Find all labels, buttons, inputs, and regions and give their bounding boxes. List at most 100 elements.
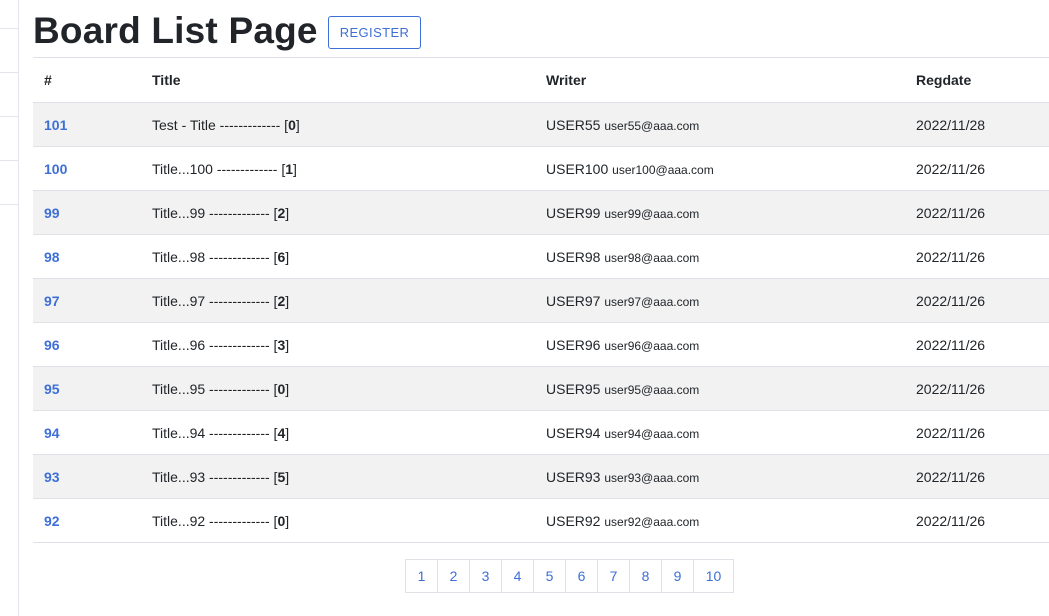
board-table: # Title Writer Regdate 101 Test - Title -…	[33, 57, 1049, 543]
page-link-2[interactable]: 2	[437, 559, 470, 593]
writer-email: user100@aaa.com	[612, 162, 714, 177]
table-row: 96 Title...96 ------------- [3] USER96 use…	[33, 322, 1049, 367]
writer-name: USER55	[546, 116, 601, 133]
page-link-9[interactable]: 9	[661, 559, 694, 593]
sidebar-divider	[0, 28, 18, 29]
page-link-7[interactable]: 7	[597, 559, 630, 593]
post-title: Title...98 ------------- [	[152, 248, 278, 265]
post-number-link[interactable]: 101	[44, 117, 67, 133]
cell-writer: USER94 user94@aaa.com	[535, 410, 905, 455]
cell-title: Title...92 ------------- [0]	[141, 498, 535, 543]
cell-number: 96	[33, 322, 141, 367]
cell-regdate: 2022/11/26	[905, 322, 1049, 367]
writer-email: user96@aaa.com	[604, 338, 700, 353]
cell-number: 95	[33, 366, 141, 411]
cell-regdate: 2022/11/26	[905, 278, 1049, 323]
post-number-link[interactable]: 96	[44, 337, 60, 353]
page-link-10[interactable]: 10	[693, 559, 734, 593]
writer-email: user93@aaa.com	[604, 470, 700, 485]
cell-writer: USER98 user98@aaa.com	[535, 234, 905, 279]
page-link-1[interactable]: 1	[405, 559, 438, 593]
cell-number: 94	[33, 410, 141, 455]
writer-name: USER95	[546, 380, 601, 397]
page-link-8[interactable]: 8	[629, 559, 662, 593]
page-link-6[interactable]: 6	[565, 559, 598, 593]
post-title: Test - Title ------------- [	[152, 116, 289, 133]
reply-count-close: ]	[285, 292, 290, 309]
table-row: 95 Title...95 ------------- [0] USER95 use…	[33, 366, 1049, 411]
cell-title: Title...93 ------------- [5]	[141, 454, 535, 499]
reply-count-close: ]	[295, 116, 300, 133]
table-row: 97 Title...97 ------------- [2] USER97 use…	[33, 278, 1049, 323]
cell-writer: USER92 user92@aaa.com	[535, 498, 905, 543]
cell-number: 101	[33, 102, 141, 147]
table-row: 99 Title...99 ------------- [2] USER99 use…	[33, 190, 1049, 235]
column-header-number: #	[33, 57, 141, 103]
cell-writer: USER96 user96@aaa.com	[535, 322, 905, 367]
cell-title: Test - Title ------------- [0]	[141, 102, 535, 147]
table-row: 94 Title...94 ------------- [4] USER94 use…	[33, 410, 1049, 455]
main-content: Board List Page REGISTER # Title Writer …	[33, 0, 1049, 616]
cell-title: Title...100 ------------- [1]	[141, 146, 535, 191]
cell-writer: USER93 user93@aaa.com	[535, 454, 905, 499]
table-row: 92 Title...92 ------------- [0] USER92 use…	[33, 498, 1049, 543]
cell-title: Title...97 ------------- [2]	[141, 278, 535, 323]
pagination: 1 2 3 4 5 6 7 8 9 10	[405, 559, 734, 593]
post-number-link[interactable]: 98	[44, 249, 60, 265]
reply-count-close: ]	[285, 204, 290, 221]
post-number-link[interactable]: 93	[44, 469, 60, 485]
writer-name: USER94	[546, 424, 601, 441]
cell-writer: USER99 user99@aaa.com	[535, 190, 905, 235]
writer-name: USER97	[546, 292, 601, 309]
cell-regdate: 2022/11/26	[905, 410, 1049, 455]
column-header-title: Title	[141, 57, 535, 103]
sidebar-divider	[0, 116, 18, 117]
table-row: 100 Title...100 ------------- [1] USER100 …	[33, 146, 1049, 191]
cell-number: 92	[33, 498, 141, 543]
page-title: Board List Page	[33, 10, 318, 51]
reply-count-close: ]	[285, 336, 290, 353]
cell-number: 93	[33, 454, 141, 499]
cell-regdate: 2022/11/26	[905, 366, 1049, 411]
writer-name: USER92	[546, 512, 601, 529]
cell-number: 98	[33, 234, 141, 279]
post-title: Title...95 ------------- [	[152, 380, 278, 397]
writer-email: user97@aaa.com	[604, 294, 700, 309]
writer-name: USER96	[546, 336, 601, 353]
page-link-4[interactable]: 4	[501, 559, 534, 593]
reply-count-close: ]	[285, 380, 290, 397]
left-sidebar	[0, 0, 19, 616]
cell-writer: USER95 user95@aaa.com	[535, 366, 905, 411]
post-title: Title...96 ------------- [	[152, 336, 278, 353]
cell-title: Title...99 ------------- [2]	[141, 190, 535, 235]
writer-name: USER98	[546, 248, 601, 265]
post-number-link[interactable]: 100	[44, 161, 67, 177]
sidebar-divider	[0, 72, 18, 73]
writer-name: USER100	[546, 160, 609, 177]
post-number-link[interactable]: 95	[44, 381, 60, 397]
cell-title: Title...96 ------------- [3]	[141, 322, 535, 367]
cell-regdate: 2022/11/28	[905, 102, 1049, 147]
register-button[interactable]: REGISTER	[327, 15, 422, 49]
writer-name: USER93	[546, 468, 601, 485]
cell-number: 100	[33, 146, 141, 191]
column-header-writer: Writer	[535, 57, 905, 103]
writer-name: USER99	[546, 204, 601, 221]
writer-email: user55@aaa.com	[604, 118, 700, 133]
page-link-3[interactable]: 3	[469, 559, 502, 593]
writer-email: user99@aaa.com	[604, 206, 700, 221]
page-link-5[interactable]: 5	[533, 559, 566, 593]
post-number-link[interactable]: 97	[44, 293, 60, 309]
writer-email: user98@aaa.com	[604, 250, 700, 265]
post-number-link[interactable]: 92	[44, 513, 60, 529]
cell-title: Title...98 ------------- [6]	[141, 234, 535, 279]
post-title: Title...92 ------------- [	[152, 512, 278, 529]
post-title: Title...97 ------------- [	[152, 292, 278, 309]
column-header-regdate: Regdate	[905, 57, 1049, 103]
table-row: 98 Title...98 ------------- [6] USER98 use…	[33, 234, 1049, 279]
post-number-link[interactable]: 99	[44, 205, 60, 221]
reply-count-close: ]	[285, 512, 290, 529]
cell-writer: USER100 user100@aaa.com	[535, 146, 905, 191]
cell-title: Title...94 ------------- [4]	[141, 410, 535, 455]
post-number-link[interactable]: 94	[44, 425, 60, 441]
